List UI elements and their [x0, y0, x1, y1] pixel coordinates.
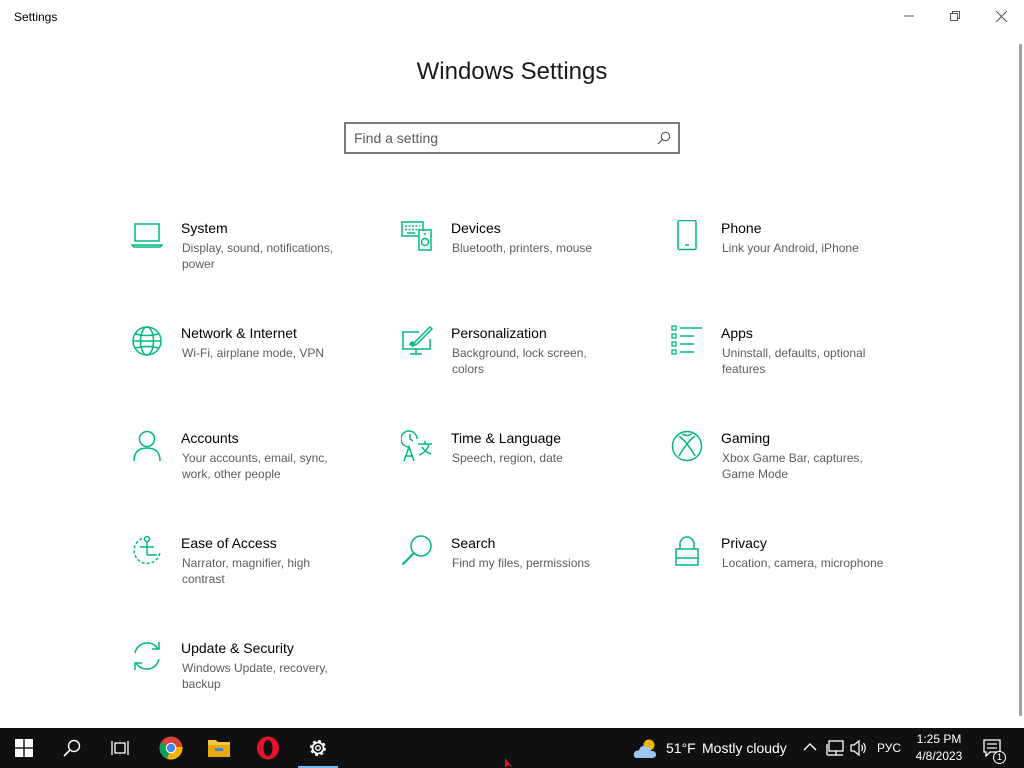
- keyboard-speaker-icon: [401, 221, 432, 251]
- ease-of-access-icon: [133, 535, 161, 565]
- tile-title: Personalization: [451, 325, 547, 341]
- restore-button[interactable]: [932, 0, 978, 32]
- tile-title: Apps: [721, 325, 753, 341]
- close-button[interactable]: [978, 0, 1024, 32]
- taskbar-settings[interactable]: [294, 728, 342, 768]
- tile-search[interactable]: Search Find my files, permissions: [401, 535, 651, 615]
- tile-description: Bluetooth, printers, mouse: [452, 241, 593, 255]
- tile-description: Your accounts, email, sync, work, other …: [182, 451, 328, 481]
- tile-privacy[interactable]: Privacy Location, camera, microphone: [671, 535, 921, 615]
- clock[interactable]: 1:25 PM 4/8/2023: [908, 731, 970, 765]
- tile-accounts[interactable]: Accounts Your accounts, email, sync, wor…: [131, 430, 381, 510]
- tile-title: Network & Internet: [181, 325, 297, 341]
- tile-title: Gaming: [721, 430, 771, 446]
- search-icon: [63, 739, 81, 757]
- chevron-up-icon[interactable]: [803, 742, 817, 752]
- tile-description: Speech, region, date: [452, 451, 563, 465]
- tile-phone[interactable]: Phone Link your Android, iPhone: [671, 220, 921, 300]
- tile-title: Phone: [721, 220, 762, 236]
- search-input[interactable]: [354, 127, 644, 149]
- clock-date: 4/8/2023: [915, 749, 963, 763]
- paintbrush-monitor-icon: [402, 325, 433, 355]
- xbox-icon: [671, 430, 703, 462]
- chrome-icon: [159, 736, 183, 760]
- title-bar: Settings: [0, 0, 1024, 32]
- tile-title: System: [181, 220, 228, 236]
- search-icon[interactable]: [657, 131, 671, 145]
- opera-icon: [257, 736, 279, 760]
- tile-title: Devices: [451, 220, 501, 236]
- tile-title: Search: [451, 535, 496, 551]
- tile-time-language[interactable]: Time & Language Speech, region, date: [401, 430, 651, 510]
- input-language[interactable]: РУС: [877, 741, 901, 755]
- tile-description: Location, camera, microphone: [722, 556, 884, 570]
- lock-icon: [675, 536, 699, 566]
- globe-icon: [132, 326, 162, 356]
- taskbar-file-explorer[interactable]: [195, 728, 243, 768]
- minimize-icon: [904, 15, 914, 17]
- tile-apps[interactable]: Apps Uninstall, defaults, optional featu…: [671, 325, 921, 405]
- tile-gaming[interactable]: Gaming Xbox Game Bar, captures, Game Mod…: [671, 430, 921, 510]
- tile-title: Time & Language: [451, 430, 561, 446]
- tile-description: Narrator, magnifier, high contrast: [182, 556, 311, 586]
- tile-description: Uninstall, defaults, optional features: [722, 346, 866, 376]
- mouse-cursor-icon: [505, 758, 513, 768]
- volume-icon[interactable]: [850, 739, 868, 757]
- notification-badge: 1: [993, 751, 1006, 764]
- task-view-icon: [111, 741, 129, 755]
- page-title: Windows Settings: [416, 58, 608, 85]
- tile-system[interactable]: System Display, sound, notifications, po…: [131, 220, 381, 300]
- weather-condition[interactable]: Mostly cloudy: [702, 740, 787, 756]
- weather-temperature[interactable]: 51°F: [666, 740, 696, 756]
- taskbar-opera[interactable]: [244, 728, 292, 768]
- restore-icon: [950, 11, 960, 21]
- tile-description: Windows Update, recovery, backup: [182, 661, 328, 691]
- taskbar-search-button[interactable]: [48, 728, 96, 768]
- tile-title: Update & Security: [181, 640, 294, 656]
- laptop-icon: [131, 223, 163, 248]
- settings-gear-icon: [310, 740, 326, 756]
- tile-description: Display, sound, notifications, power: [182, 241, 334, 271]
- tile-description: Wi-Fi, airplane mode, VPN: [182, 346, 325, 360]
- start-button[interactable]: [0, 728, 48, 768]
- tile-description: Background, lock screen, colors: [452, 346, 587, 376]
- minimize-button[interactable]: [886, 0, 932, 32]
- tile-description: Link your Android, iPhone: [722, 241, 859, 255]
- tile-update-security[interactable]: Update & Security Windows Update, recove…: [131, 640, 381, 720]
- tile-title: Accounts: [181, 430, 239, 446]
- tile-network[interactable]: Network & Internet Wi-Fi, airplane mode,…: [131, 325, 381, 405]
- tile-title: Ease of Access: [181, 535, 277, 551]
- clock-time: 1:25 PM: [916, 732, 962, 746]
- network-ethernet-icon[interactable]: [826, 740, 844, 756]
- start-icon: [15, 739, 33, 757]
- window-title: Settings: [14, 10, 58, 24]
- tile-devices[interactable]: Devices Bluetooth, printers, mouse: [401, 220, 651, 300]
- tile-description: Find my files, permissions: [452, 556, 591, 570]
- phone-icon: [677, 220, 697, 251]
- close-icon: [995, 10, 1007, 22]
- tile-personalization[interactable]: Personalization Background, lock screen,…: [401, 325, 651, 405]
- weather-cloudy-icon[interactable]: [633, 738, 659, 760]
- sync-arrows-icon: [134, 642, 160, 670]
- tile-ease-of-access[interactable]: Ease of Access Narrator, magnifier, high…: [131, 535, 381, 615]
- search-box[interactable]: [344, 122, 680, 154]
- apps-list-icon: [671, 325, 702, 355]
- scrollbar[interactable]: [1019, 44, 1022, 716]
- person-icon: [133, 430, 161, 462]
- taskbar-chrome[interactable]: [147, 728, 195, 768]
- tile-title: Privacy: [721, 535, 767, 551]
- settings-window: Settings Windows Settings System Display…: [0, 0, 1024, 728]
- tile-description: Xbox Game Bar, captures, Game Mode: [722, 451, 863, 481]
- time-language-icon: [401, 430, 432, 462]
- task-view-button[interactable]: [96, 728, 144, 768]
- magnifier-icon: [401, 535, 432, 566]
- file-explorer-icon: [208, 740, 230, 757]
